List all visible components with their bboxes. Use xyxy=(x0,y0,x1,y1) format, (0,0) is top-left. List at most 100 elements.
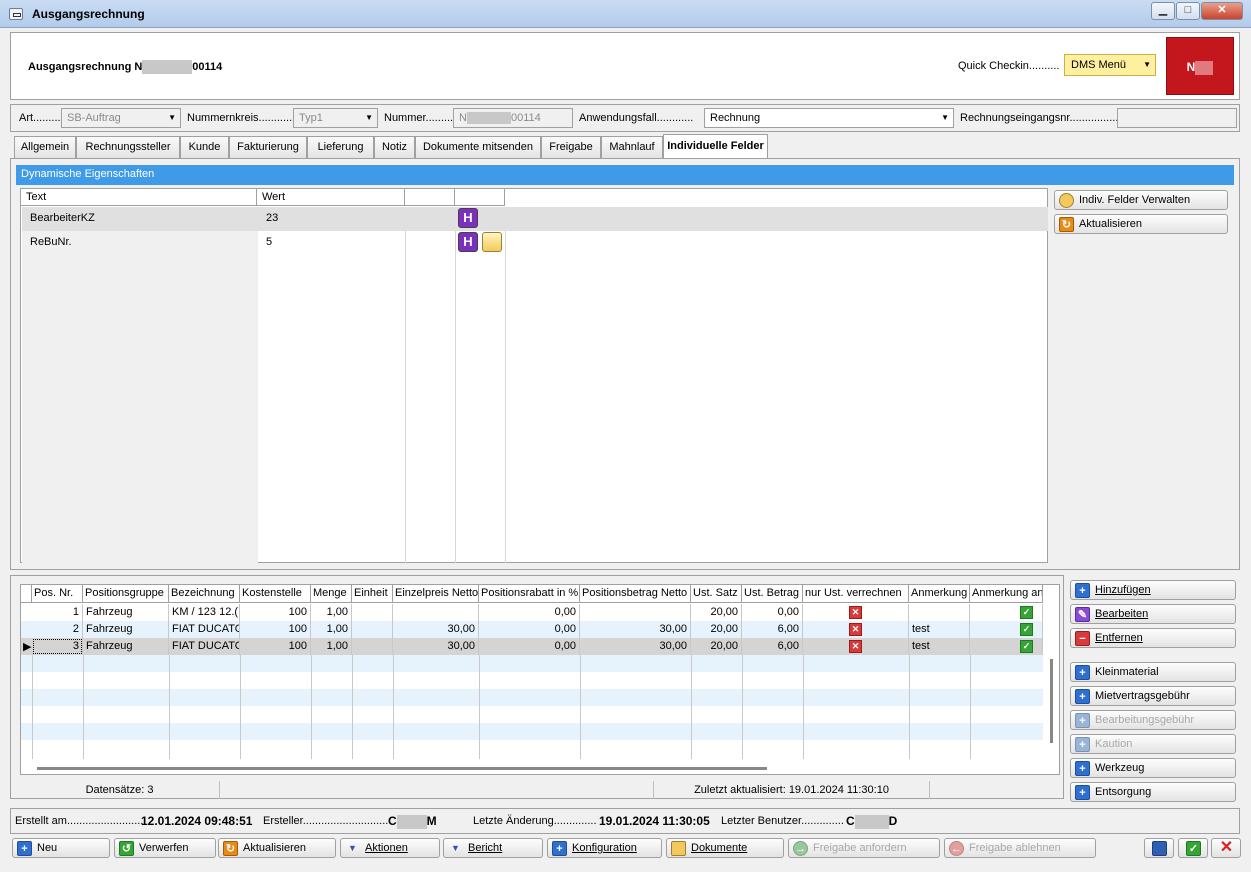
vertical-scrollbar[interactable] xyxy=(1050,659,1053,743)
column-header-menge[interactable]: Menge xyxy=(311,585,352,603)
new-button[interactable]: + Neu xyxy=(12,838,110,858)
window-menu-icon[interactable] xyxy=(9,8,23,20)
ersteller-value: CM xyxy=(388,814,437,829)
dms-menu-button[interactable]: DMS Menü ▼ xyxy=(1064,54,1156,76)
report-button[interactable]: ▼ Bericht xyxy=(443,838,543,858)
werkzeug-label: Werkzeug xyxy=(1095,762,1145,774)
mietvertrag-button[interactable]: + Mietvertragsgebühr xyxy=(1070,686,1236,706)
nummernkreis-select[interactable]: Typ1 ▼ xyxy=(293,108,378,128)
checked-icon[interactable]: ✓ xyxy=(1020,623,1033,636)
column-header-einheit[interactable]: Einheit xyxy=(352,585,393,603)
property-value[interactable]: 23 xyxy=(266,212,278,224)
column-header-ust-betrag[interactable]: Ust. Betrag xyxy=(742,585,803,603)
art-select[interactable]: SB-Auftrag ▼ xyxy=(61,108,181,128)
reject-approval-button[interactable]: ← Freigabe ablehnen xyxy=(944,838,1096,858)
erstellt-value: 12.01.2024 09:48:51 xyxy=(141,814,253,828)
tab-mahnlauf[interactable]: Mahnlauf xyxy=(601,136,663,158)
column-header-text[interactable]: Text xyxy=(21,189,257,206)
request-approval-button[interactable]: → Freigabe anfordern xyxy=(788,838,940,858)
property-value[interactable]: 5 xyxy=(266,236,272,248)
remove-position-button[interactable]: − Entfernen xyxy=(1070,628,1236,648)
save-icon xyxy=(1152,841,1167,856)
minimize-button[interactable]: ▁ xyxy=(1151,2,1175,20)
table-row[interactable]: 1 Fahrzeug KM / 123 12.( 100 1,00 0,00 2… xyxy=(21,604,1043,621)
kleinmaterial-button[interactable]: + Kleinmaterial xyxy=(1070,662,1236,682)
tab-dokumente-mitsenden[interactable]: Dokumente mitsenden xyxy=(415,136,541,158)
property-row[interactable]: ReBuNr. 5 H xyxy=(22,231,1048,255)
entsorgung-button[interactable]: + Entsorgung xyxy=(1070,782,1236,802)
column-header-empty[interactable] xyxy=(405,189,455,206)
column-divider xyxy=(580,655,581,759)
cell-menge: 1,00 xyxy=(311,638,352,655)
property-row[interactable]: BearbeiterKZ 23 H xyxy=(22,207,1048,231)
maximize-button[interactable]: □ xyxy=(1176,2,1200,20)
unchecked-x-icon[interactable]: ✕ xyxy=(849,606,862,619)
column-header-empty[interactable] xyxy=(455,189,505,206)
column-header-rabatt[interactable]: Positionsrabatt in % xyxy=(479,585,580,603)
redacted-block xyxy=(396,814,427,829)
anwendungsfall-select[interactable]: Rechnung ▼ xyxy=(704,108,954,128)
tab-allgemein[interactable]: Allgemein xyxy=(14,136,76,158)
documents-icon xyxy=(671,841,686,856)
configuration-button[interactable]: + Konfiguration xyxy=(547,838,662,858)
unchecked-x-icon[interactable]: ✕ xyxy=(849,623,862,636)
cell-bezeichnung: FIAT DUCATO xyxy=(169,621,240,638)
ok-button[interactable]: ✓ xyxy=(1178,838,1208,858)
unchecked-x-icon[interactable]: ✕ xyxy=(849,640,862,653)
table-row[interactable]: 2 Fahrzeug FIAT DUCATO 100 1,00 30,00 0,… xyxy=(21,621,1043,638)
history-icon[interactable]: H xyxy=(458,232,478,252)
discard-button[interactable]: ↺ Verwerfen xyxy=(114,838,216,858)
horizontal-scrollbar[interactable] xyxy=(37,767,767,770)
kaution-button[interactable]: + Kaution xyxy=(1070,734,1236,754)
tab-fakturierung[interactable]: Fakturierung xyxy=(229,136,307,158)
positions-status-bar: Datensätze: 3 Zuletzt aktualisiert: 19.0… xyxy=(20,781,1060,799)
bearbeitungsgebuehr-button[interactable]: + Bearbeitungsgebühr xyxy=(1070,710,1236,730)
table-row-selected[interactable]: ▶ 3 Fahrzeug FIAT DUCATO 100 1,00 30,00 … xyxy=(21,638,1043,655)
column-header-anmerkung[interactable]: Anmerkung xyxy=(909,585,970,603)
anwendungsfall-value: Rechnung xyxy=(710,112,761,124)
close-button[interactable]: ✕ xyxy=(1201,2,1243,20)
column-header-wert[interactable]: Wert xyxy=(257,189,405,206)
werkzeug-button[interactable]: + Werkzeug xyxy=(1070,758,1236,778)
back-icon: ← xyxy=(949,841,964,856)
nummer-field[interactable]: N 00114 xyxy=(453,108,573,128)
checked-icon[interactable]: ✓ xyxy=(1020,640,1033,653)
cancel-button[interactable]: ✕ xyxy=(1211,838,1241,858)
column-header-nur-ust[interactable]: nur Ust. verrechnen xyxy=(803,585,909,603)
dropdown-arrow-icon: ▼ xyxy=(941,113,949,122)
column-header-bezeichnung[interactable]: Bezeichnung xyxy=(169,585,240,603)
tab-rechnungssteller[interactable]: Rechnungssteller xyxy=(76,136,180,158)
title-bar: Ausgangsrechnung ▁ □ ✕ xyxy=(0,0,1251,28)
cell-pos-nr: 3 xyxy=(32,638,83,655)
column-header-ust-satz[interactable]: Ust. Satz xyxy=(691,585,742,603)
column-divider xyxy=(32,655,33,759)
tab-kunde[interactable]: Kunde xyxy=(180,136,229,158)
cell-anmerkung: test xyxy=(909,621,970,638)
column-header-pos-nr[interactable]: Pos. Nr. xyxy=(32,585,83,603)
tab-individuelle-felder[interactable]: Individuelle Felder xyxy=(663,134,768,158)
column-header-einzelpreis[interactable]: Einzelpreis Netto xyxy=(393,585,479,603)
tab-freigabe[interactable]: Freigabe xyxy=(541,136,601,158)
actions-button[interactable]: ▼ Aktionen xyxy=(340,838,440,858)
column-header-positionsbetrag[interactable]: Positionsbetrag Netto xyxy=(580,585,691,603)
add-position-button[interactable]: + Hinzufügen xyxy=(1070,580,1236,600)
cell-ust-betrag: 6,00 xyxy=(742,621,803,638)
edit-position-button[interactable]: ✎ Bearbeiten xyxy=(1070,604,1236,624)
refresh-fields-button[interactable]: ↻ Aktualisieren xyxy=(1054,214,1228,234)
history-icon[interactable]: H xyxy=(458,208,478,228)
tab-lieferung[interactable]: Lieferung xyxy=(307,136,374,158)
column-header-kostenstelle[interactable]: Kostenstelle xyxy=(240,585,311,603)
column-header-positionsgruppe[interactable]: Positionsgruppe xyxy=(83,585,169,603)
refresh-button[interactable]: ↻ Aktualisieren xyxy=(218,838,336,858)
ersteller-prefix: C xyxy=(388,814,397,828)
checked-icon[interactable]: ✓ xyxy=(1020,606,1033,619)
save-button[interactable] xyxy=(1144,838,1174,858)
letzter-benutzer-value: CD xyxy=(846,814,897,829)
rechnungseingangsnr-field[interactable] xyxy=(1117,108,1237,128)
column-header-anmerkung-an[interactable]: Anmerkung an xyxy=(970,585,1043,603)
folder-icon[interactable] xyxy=(482,232,502,252)
documents-button[interactable]: Dokumente xyxy=(666,838,784,858)
tab-notiz[interactable]: Notiz xyxy=(374,136,415,158)
remove-position-label: Entfernen xyxy=(1095,632,1143,644)
manage-fields-button[interactable]: Indiv. Felder Verwalten xyxy=(1054,190,1228,210)
